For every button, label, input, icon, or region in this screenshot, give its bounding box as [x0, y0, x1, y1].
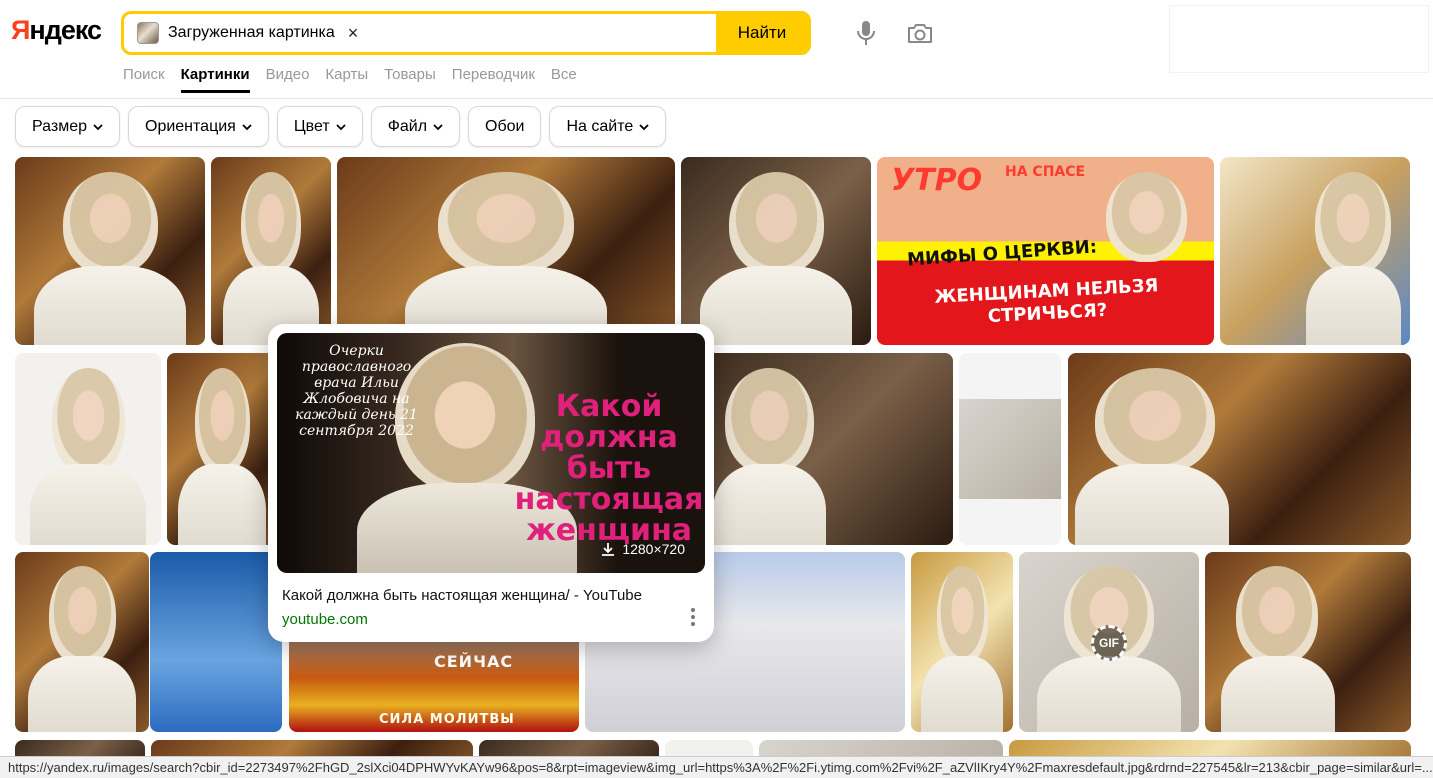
tab-images[interactable]: Картинки	[180, 66, 250, 93]
camera-search-icon[interactable]	[906, 20, 934, 46]
uploaded-image-label: Загруженная картинка	[168, 24, 335, 41]
tab-products[interactable]: Товары	[384, 66, 436, 93]
tab-translator[interactable]: Переводчик	[452, 66, 535, 93]
preview-overlay-title: Какой должна быть настоящая женщина	[514, 389, 704, 548]
image-preview-card[interactable]: Очерки православного врача Ильи Жлобович…	[268, 324, 714, 642]
filter-file[interactable]: Файл	[370, 106, 461, 147]
filter-size[interactable]: Размер	[15, 106, 120, 147]
search-button[interactable]: Найти	[716, 14, 808, 52]
image-result[interactable]	[911, 552, 1013, 732]
header-divider	[0, 98, 1433, 99]
tile-caption: МИФЫ О ЦЕРКВИ:	[906, 236, 1098, 271]
filter-label: Ориентация	[145, 117, 236, 135]
microphone-icon[interactable]	[854, 19, 878, 47]
preview-overlay-text: Очерки православного врача Ильи Жлобович…	[295, 343, 418, 439]
gif-badge: GIF	[1091, 625, 1127, 661]
image-result[interactable]	[1068, 353, 1411, 545]
uploaded-image-thumbnail	[137, 22, 159, 44]
image-result[interactable]	[150, 552, 282, 732]
image-result[interactable]	[15, 353, 161, 545]
filter-label: Цвет	[293, 117, 330, 135]
tile-caption: ЖЕНЩИНАМ НЕЛЬЗЯ СТРИЧЬСЯ?	[933, 275, 1159, 328]
image-result[interactable]	[211, 157, 331, 345]
logo-letter: Я	[11, 15, 30, 45]
image-result[interactable]	[700, 353, 953, 545]
filter-label: Размер	[32, 117, 87, 135]
image-result[interactable]	[681, 157, 871, 345]
image-result[interactable]	[15, 157, 205, 345]
logo-text: ндекс	[29, 15, 102, 45]
image-result[interactable]: УТРО НА СПАСЕ МИФЫ О ЦЕРКВИ: ЖЕНЩИНАМ НЕ…	[877, 157, 1214, 345]
filter-wallpapers[interactable]: Обои	[468, 106, 542, 147]
chevron-down-icon	[336, 123, 346, 130]
filter-label: Файл	[387, 117, 428, 135]
more-options-icon[interactable]	[690, 608, 696, 626]
image-result[interactable]	[959, 353, 1061, 545]
result-title-link[interactable]: Какой должна быть настоящая женщина/ - Y…	[282, 587, 642, 604]
filter-label: Обои	[485, 117, 525, 135]
image-result[interactable]	[167, 353, 277, 545]
tab-maps[interactable]: Карты	[325, 66, 368, 93]
filter-orientation[interactable]: Ориентация	[128, 106, 269, 147]
yandex-logo[interactable]: Яндекс	[11, 15, 102, 46]
tab-video[interactable]: Видео	[266, 66, 310, 93]
browser-status-url: https://yandex.ru/images/search?cbir_id=…	[0, 756, 1433, 778]
tab-search[interactable]: Поиск	[123, 66, 165, 93]
filter-on-site[interactable]: На сайте	[549, 106, 667, 147]
filter-label: На сайте	[566, 117, 634, 135]
preview-image[interactable]: Очерки православного врача Ильи Жлобович…	[277, 333, 705, 573]
search-box[interactable]: Загруженная картинка × Найти	[121, 11, 811, 55]
chevron-down-icon	[639, 123, 649, 130]
image-result[interactable]	[337, 157, 675, 345]
filter-bar: Размер Ориентация Цвет Файл Обои На сайт…	[15, 106, 667, 147]
result-host-link[interactable]: youtube.com	[282, 611, 368, 628]
image-result[interactable]	[15, 552, 149, 732]
image-result[interactable]: GIF	[1019, 552, 1199, 732]
search-tabs: Поиск Картинки Видео Карты Товары Перево…	[123, 66, 593, 93]
tab-all[interactable]: Все	[551, 66, 577, 93]
image-result[interactable]	[1220, 157, 1410, 345]
image-result[interactable]	[1205, 552, 1411, 732]
filter-color[interactable]: Цвет	[276, 106, 363, 147]
remove-image-icon[interactable]: ×	[348, 23, 359, 44]
uploaded-image-chip[interactable]: Загруженная картинка ×	[137, 20, 358, 46]
chevron-down-icon	[93, 123, 103, 130]
image-dimensions: 1280×720	[600, 541, 685, 557]
tile-caption: СИЛА МОЛИТВЫ	[379, 712, 515, 727]
chevron-down-icon	[433, 123, 443, 130]
download-icon	[602, 543, 615, 556]
chevron-down-icon	[242, 123, 252, 130]
tile-subtitle: НА СПАСЕ	[1005, 164, 1086, 180]
tile-title: УТРО	[891, 163, 983, 198]
tile-caption: СЕЙЧАС	[434, 652, 514, 671]
ad-placeholder	[1170, 6, 1428, 72]
dimensions-label: 1280×720	[622, 541, 685, 557]
